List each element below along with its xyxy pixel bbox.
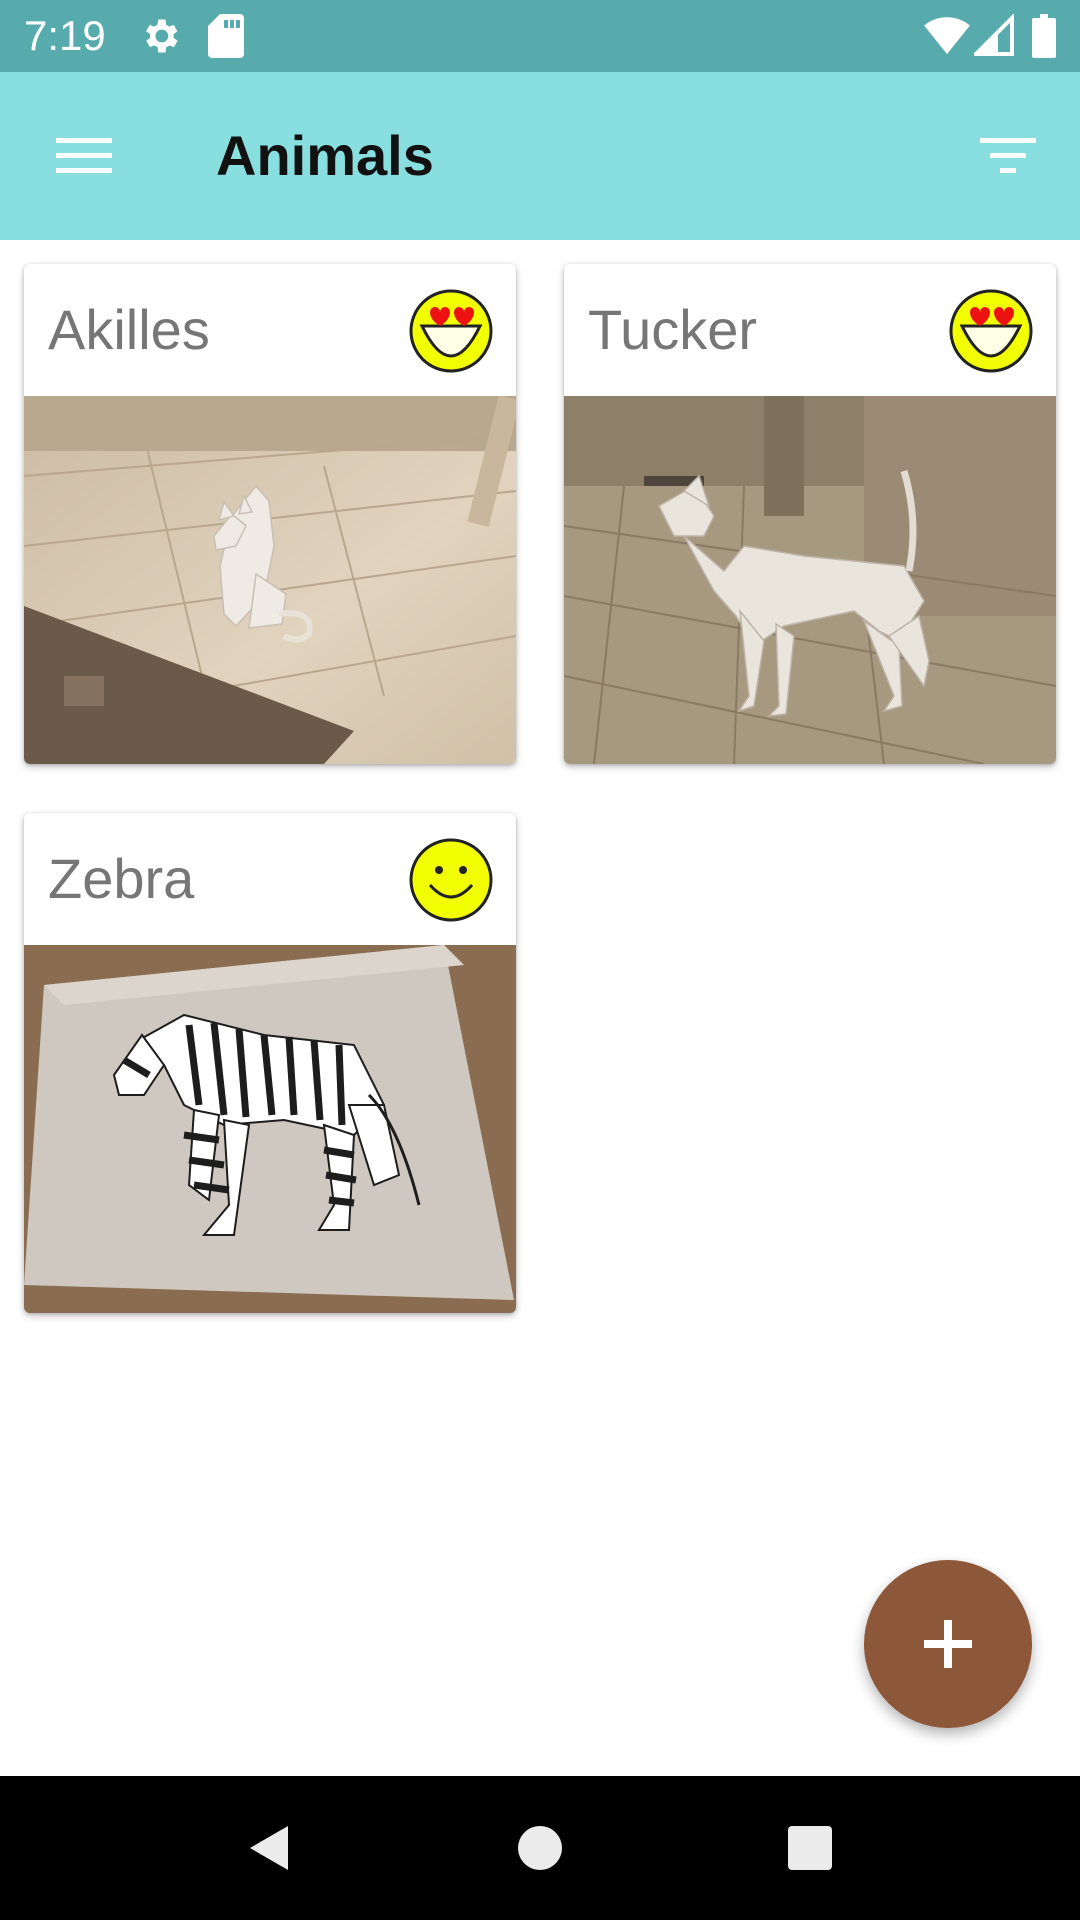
animal-card-zebra[interactable]: Zebra <box>24 813 516 1313</box>
recents-square-icon <box>788 1826 832 1870</box>
system-nav-bar <box>0 1776 1080 1920</box>
back-button[interactable] <box>242 1820 298 1876</box>
animal-photo <box>24 945 516 1313</box>
smiley-face-icon <box>409 838 493 922</box>
home-button[interactable] <box>512 1820 568 1876</box>
card-header: Tucker <box>564 264 1056 396</box>
animal-card-akilles[interactable]: Akilles <box>24 264 516 764</box>
animal-card-tucker[interactable]: Tucker <box>564 264 1056 764</box>
signal-icon <box>971 13 1014 61</box>
hamburger-menu-icon <box>56 138 112 173</box>
gear-icon <box>138 14 182 63</box>
recents-button[interactable] <box>782 1820 838 1876</box>
heart-eyes-smiley-icon <box>409 289 493 373</box>
status-time: 7:19 <box>24 12 106 59</box>
battery-icon <box>1032 14 1056 63</box>
animal-name: Tucker <box>588 298 758 361</box>
animal-photo <box>24 396 516 764</box>
animal-name: Zebra <box>48 847 195 910</box>
animal-photo <box>564 396 1056 764</box>
card-header: Zebra <box>24 813 516 945</box>
app-bar: Animals <box>0 72 1080 240</box>
plus-icon <box>924 1620 972 1668</box>
back-triangle-icon <box>250 1826 288 1870</box>
filter-icon <box>980 138 1036 173</box>
menu-button[interactable] <box>44 120 124 192</box>
wifi-icon <box>924 14 970 61</box>
animal-name: Akilles <box>48 298 210 361</box>
status-bar: 7:19 <box>0 0 1080 72</box>
add-animal-button[interactable] <box>864 1560 1032 1728</box>
heart-eyes-smiley-icon <box>949 289 1033 373</box>
card-header: Akilles <box>24 264 516 396</box>
filter-button[interactable] <box>972 120 1044 192</box>
page-title: Animals <box>216 124 434 187</box>
home-circle-icon <box>518 1826 562 1870</box>
sd-card-icon <box>208 14 244 63</box>
